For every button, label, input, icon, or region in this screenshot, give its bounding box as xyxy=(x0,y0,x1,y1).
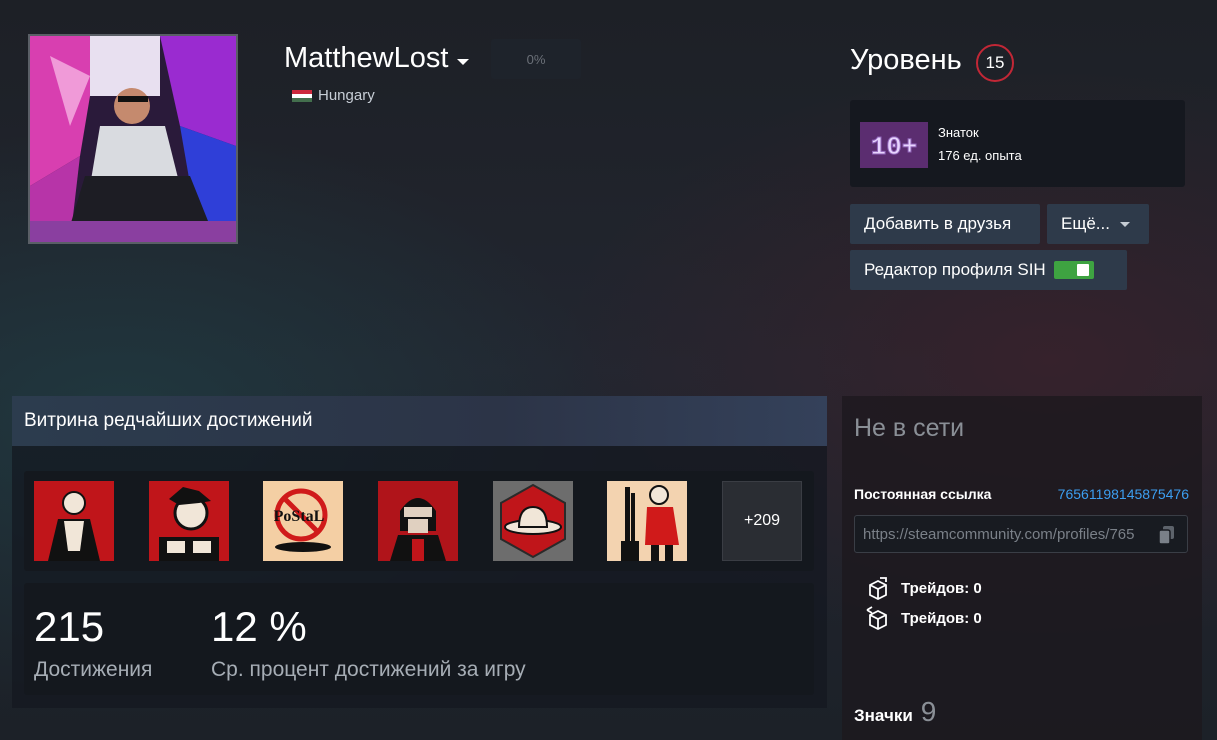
profile-sidebar: Не в сети Постоянная ссылка 765611981458… xyxy=(842,396,1202,740)
achievement-man-opening-shirt-icon[interactable] xyxy=(34,481,114,561)
online-status: Не в сети xyxy=(854,414,965,442)
badges-link[interactable]: Значки 9 xyxy=(854,696,936,728)
achievement-cowboy-hat-icon[interactable] xyxy=(493,481,573,561)
add-friend-button[interactable]: Добавить в друзья xyxy=(850,204,1040,244)
achievement-woman-with-rifle-icon[interactable] xyxy=(607,481,687,561)
country-name: Hungary xyxy=(318,87,375,104)
total-achievements-label: Достижения xyxy=(34,658,153,681)
total-achievements-value: 215 xyxy=(34,603,105,650)
more-button[interactable]: Ещё... xyxy=(1047,204,1149,244)
showcase-title: Витрина редчайших достижений xyxy=(12,396,827,446)
svg-text:PoStaL: PoStaL xyxy=(274,508,325,525)
trade-offers-label: Трейдов: 0 xyxy=(901,579,982,597)
level-badge[interactable]: 15 xyxy=(976,44,1014,82)
permalink-url-field[interactable] xyxy=(854,515,1188,553)
more-achievements-button[interactable]: +209 xyxy=(722,481,802,561)
level-title: Уровень xyxy=(850,44,962,76)
profile-progress-chip: 0% xyxy=(491,39,581,79)
hungary-flag-icon xyxy=(292,89,312,102)
copy-icon[interactable] xyxy=(1159,526,1175,544)
sih-editor-label: Редактор профиля SIH xyxy=(864,260,1046,279)
persona-name: MatthewLost xyxy=(284,42,449,74)
trade-box-arrows-icon xyxy=(866,606,887,630)
avatar-photo xyxy=(30,36,236,242)
trade-box-icon xyxy=(869,577,887,600)
more-label: Ещё... xyxy=(1061,214,1110,233)
add-friend-label: Добавить в друзья xyxy=(864,214,1012,233)
avg-completion-label: Ср. процент достижений за игру xyxy=(211,658,526,681)
badge-name: Знаток xyxy=(938,125,979,140)
badge-xp: 176 ед. опыта xyxy=(938,148,1022,163)
persona-name-row[interactable]: MatthewLost xyxy=(284,42,470,75)
achievement-strip: PoStaL +209 xyxy=(24,471,814,571)
achievement-no-postal-icon[interactable]: PoStaL xyxy=(263,481,343,561)
sih-profile-editor-button[interactable]: Редактор профиля SIH xyxy=(850,250,1127,290)
xp-badge-card[interactable]: 10+ Знаток 176 ед. опыта xyxy=(850,100,1185,187)
sih-toggle[interactable] xyxy=(1053,261,1094,279)
chevron-down-icon xyxy=(1119,221,1130,227)
permalink-id-link[interactable]: 76561198145875476 xyxy=(1058,486,1189,502)
trade-offers-row[interactable]: Трейдов: 0 xyxy=(866,576,982,600)
permalink-url-input[interactable] xyxy=(863,516,1153,552)
badge-10-plus-icon: 10+ xyxy=(860,122,928,168)
chevron-down-icon[interactable] xyxy=(457,58,470,65)
achievement-helmet-soldier-icon[interactable] xyxy=(378,481,458,561)
trade-history-label: Трейдов: 0 xyxy=(901,609,982,627)
achievement-bearded-man-icon[interactable] xyxy=(149,481,229,561)
badges-label: Значки xyxy=(854,706,913,725)
toggle-knob xyxy=(1076,264,1089,276)
avg-completion-value: 12 % xyxy=(211,603,307,650)
badge-icon-text: 10+ xyxy=(871,132,918,162)
rarest-achievements-showcase: Витрина редчайших достижений PoStaL +209… xyxy=(12,396,827,708)
country-row: Hungary xyxy=(292,87,375,104)
badges-count: 9 xyxy=(920,696,937,727)
permalink-label: Постоянная ссылка xyxy=(854,486,992,502)
trade-history-row[interactable]: Трейдов: 0 xyxy=(866,606,982,630)
profile-avatar[interactable] xyxy=(28,34,238,244)
achievement-stats: 215 Достижения 12 % Ср. процент достижен… xyxy=(24,583,814,695)
